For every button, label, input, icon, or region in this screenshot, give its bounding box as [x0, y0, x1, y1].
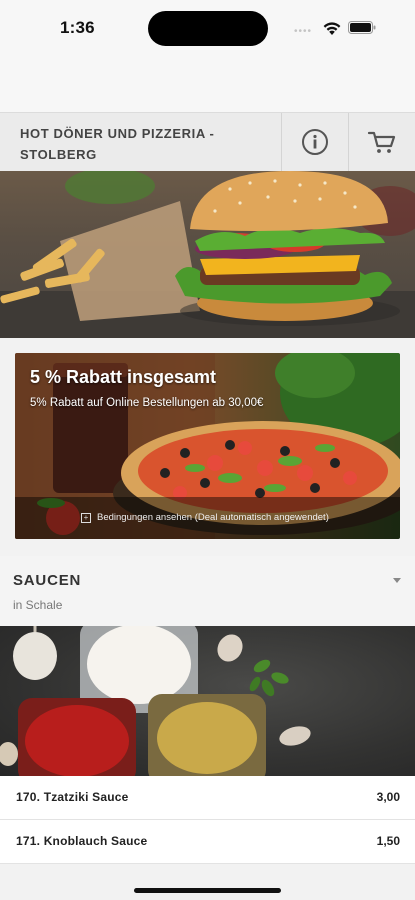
restaurant-name: HOT DÖNER UND PIZZERIA - STOLBERG	[20, 126, 215, 162]
home-indicator[interactable]	[134, 888, 281, 893]
category-subtitle: in Schale	[13, 598, 63, 612]
deal-banner[interactable]: 5 % Rabatt insgesamt 5% Rabatt auf Onlin…	[15, 353, 400, 539]
dynamic-island	[148, 11, 268, 46]
deal-terms-link[interactable]: + Bedingungen ansehen (Deal automatisch …	[81, 512, 329, 523]
signal-dots-icon: ••••	[294, 26, 313, 37]
menu-item[interactable]: 171. Knoblauch Sauce 1,50	[0, 820, 415, 864]
hero-burger-image	[0, 171, 415, 338]
category-header[interactable]: SAUCEN in Schale	[0, 556, 415, 626]
status-time: 1:36	[60, 18, 95, 37]
chevron-down-icon	[393, 578, 401, 583]
wifi-icon	[323, 22, 341, 35]
deal-terms-bar: + Bedingungen ansehen (Deal automatisch …	[15, 497, 400, 539]
menu-item-name: 170. Tzatziki Sauce	[16, 790, 129, 804]
menu-item-name: 171. Knoblauch Sauce	[16, 834, 148, 848]
menu-item[interactable]: 170. Tzatziki Sauce 3,00	[0, 776, 415, 820]
cart-icon	[367, 131, 396, 153]
restaurant-header: HOT DÖNER UND PIZZERIA - STOLBERG	[0, 112, 415, 172]
cart-button[interactable]	[348, 113, 415, 171]
status-bar: 1:36 ••••	[0, 0, 415, 112]
category-sauces-image	[0, 626, 415, 776]
info-icon	[302, 129, 328, 155]
menu-item-price: 1,50	[376, 834, 400, 848]
bottom-area	[0, 866, 415, 900]
battery-icon	[348, 21, 376, 34]
menu-item-price: 3,00	[376, 790, 400, 804]
deal-subtitle: 5% Rabatt auf Online Bestellungen ab 30,…	[30, 397, 264, 409]
deal-terms-text: Bedingungen ansehen (Deal automatisch an…	[97, 512, 329, 523]
deal-title: 5 % Rabatt insgesamt	[30, 367, 217, 387]
info-button[interactable]	[281, 113, 348, 171]
category-title: SAUCEN	[13, 572, 82, 589]
expand-icon: +	[81, 512, 91, 523]
